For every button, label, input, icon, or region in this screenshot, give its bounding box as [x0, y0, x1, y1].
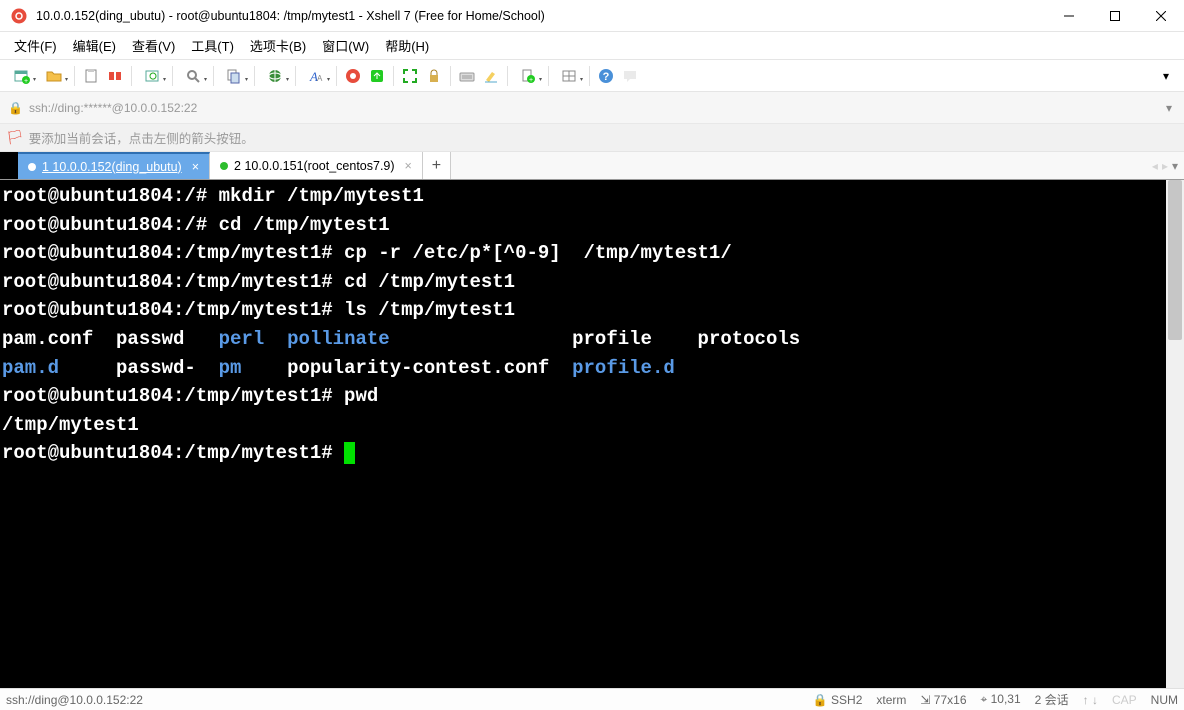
menu-help[interactable]: 帮助(H)	[377, 32, 437, 59]
status-proto: SSH2	[831, 693, 862, 707]
web-button[interactable]: ▾	[260, 65, 290, 87]
lock-button[interactable]	[423, 65, 445, 87]
address-bar[interactable]: 🔒 ssh://ding:******@10.0.0.152:22 ▾	[0, 92, 1184, 124]
status-sessions: 2 会话	[1035, 691, 1069, 708]
svg-text:+: +	[24, 78, 28, 84]
menu-tabs[interactable]: 选项卡(B)	[242, 32, 314, 59]
svg-text:+: +	[529, 77, 533, 84]
terminal-wrap: root@ubuntu1804:/# mkdir /tmp/mytest1roo…	[0, 180, 1184, 688]
tab-next-icon[interactable]: ▸	[1162, 159, 1168, 173]
open-session-button[interactable]: ▾	[39, 65, 69, 87]
tab-close-icon[interactable]: ×	[192, 160, 199, 174]
status-size: 77x16	[934, 693, 967, 707]
scroll-thumb[interactable]	[1168, 180, 1182, 340]
tab-label: 2 10.0.0.151(root_centos7.9)	[234, 159, 395, 173]
svg-text:A: A	[317, 74, 323, 83]
highlight-button[interactable]	[480, 65, 502, 87]
toolbar: +▾ ▾ ▾ ▾ ▾ ▾ AA▾ +▾ ▾ ? ▾	[0, 60, 1184, 92]
terminal[interactable]: root@ubuntu1804:/# mkdir /tmp/mytest1roo…	[0, 180, 1166, 688]
tab-prev-icon[interactable]: ◂	[1152, 159, 1158, 173]
status-bar: ssh://ding@10.0.0.152:22 🔒 SSH2 xterm ⇲ …	[0, 688, 1184, 710]
font-button[interactable]: AA▾	[301, 65, 331, 87]
tabs-left-notch[interactable]	[0, 152, 18, 179]
help-button[interactable]: ?	[595, 65, 617, 87]
tab-status-dot	[220, 162, 228, 170]
status-caps: CAP	[1112, 693, 1137, 707]
xshell-logo-button[interactable]	[342, 65, 364, 87]
tabs-bar: 1 10.0.0.152(ding_ubutu) × 2 10.0.0.151(…	[0, 152, 1184, 180]
window-title: 10.0.0.152(ding_ubutu) - root@ubuntu1804…	[36, 9, 1046, 23]
xftp-button[interactable]	[366, 65, 388, 87]
hint-text: 要添加当前会话，点击左侧的箭头按钮。	[29, 128, 254, 147]
maximize-button[interactable]	[1092, 0, 1138, 31]
status-term: xterm	[876, 693, 906, 707]
tab-menu-icon[interactable]: ▾	[1172, 159, 1178, 173]
title-bar: 10.0.0.152(ding_ubutu) - root@ubuntu1804…	[0, 0, 1184, 32]
traffic-icons: ↑ ↓	[1083, 693, 1098, 707]
svg-text:?: ?	[603, 71, 610, 83]
close-button[interactable]	[1138, 0, 1184, 31]
clipboard-button[interactable]	[80, 65, 102, 87]
toolbar-overflow[interactable]: ▾	[1155, 65, 1177, 87]
menu-file[interactable]: 文件(F)	[6, 32, 65, 59]
terminal-scrollbar[interactable]: ▴	[1166, 180, 1184, 688]
xshell-icon	[10, 7, 28, 25]
tab-status-dot	[28, 163, 36, 171]
hint-bar: 🏳 要添加当前会话，点击左侧的箭头按钮。	[0, 124, 1184, 152]
session-tab-2[interactable]: 2 10.0.0.151(root_centos7.9) ×	[210, 152, 423, 179]
new-file-button[interactable]: +▾	[513, 65, 543, 87]
flag-icon: 🏳	[6, 129, 24, 146]
disconnect-button[interactable]	[104, 65, 126, 87]
menu-edit[interactable]: 编辑(E)	[65, 32, 124, 59]
tab-close-icon[interactable]: ×	[405, 159, 412, 173]
new-session-button[interactable]: +▾	[7, 65, 37, 87]
menu-view[interactable]: 查看(V)	[124, 32, 183, 59]
menu-tools[interactable]: 工具(T)	[183, 32, 242, 59]
lock-icon: 🔒	[813, 693, 828, 707]
copy-button[interactable]: ▾	[219, 65, 249, 87]
status-pos: 10,31	[991, 692, 1021, 706]
layout-button[interactable]: ▾	[554, 65, 584, 87]
menu-window[interactable]: 窗口(W)	[314, 32, 377, 59]
status-connection: ssh://ding@10.0.0.152:22	[6, 693, 143, 707]
address-dropdown[interactable]: ▾	[1162, 97, 1176, 119]
chat-button[interactable]	[619, 65, 641, 87]
new-tab-button[interactable]: +	[423, 152, 451, 179]
reconnect-button[interactable]: ▾	[137, 65, 167, 87]
tab-label: 1 10.0.0.152(ding_ubutu)	[42, 160, 182, 174]
status-num: NUM	[1151, 693, 1178, 707]
menu-bar: 文件(F) 编辑(E) 查看(V) 工具(T) 选项卡(B) 窗口(W) 帮助(…	[0, 32, 1184, 60]
keyboard-button[interactable]	[456, 65, 478, 87]
search-button[interactable]: ▾	[178, 65, 208, 87]
session-tab-1[interactable]: 1 10.0.0.152(ding_ubutu) ×	[18, 152, 210, 179]
fullscreen-button[interactable]	[399, 65, 421, 87]
address-text: ssh://ding:******@10.0.0.152:22	[29, 101, 197, 115]
lock-icon: 🔒	[8, 101, 23, 115]
minimize-button[interactable]	[1046, 0, 1092, 31]
